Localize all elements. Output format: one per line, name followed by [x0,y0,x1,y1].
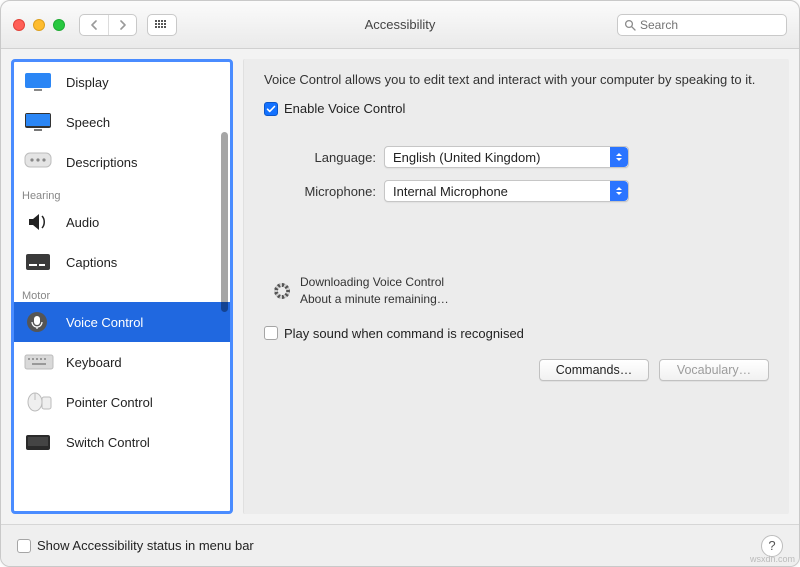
grid-icon [155,20,169,30]
window-controls [13,19,65,31]
vocabulary-button-label: Vocabulary… [677,363,751,377]
sidebar: Display Speech Descriptions [11,59,233,514]
sidebar-section-motor: Motor [14,282,230,302]
search-input[interactable] [640,18,795,32]
sidebar-section-hearing: Hearing [14,182,230,202]
play-sound-row: Play sound when command is recognised [264,326,777,341]
back-button[interactable] [80,15,108,35]
sidebar-item-captions[interactable]: Captions [14,242,230,282]
sidebar-item-label: Pointer Control [66,395,153,410]
maximize-icon[interactable] [53,19,65,31]
menubar-status-checkbox[interactable] [17,539,31,553]
microphone-label: Microphone: [264,184,384,199]
watermark: wsxdn.com [750,554,795,564]
language-label: Language: [264,150,384,165]
microphone-select[interactable]: Internal Microphone [384,180,629,202]
nav-back-forward [79,14,137,36]
download-line2: About a minute remaining… [300,291,449,308]
search-icon [624,19,636,31]
sidebar-item-audio[interactable]: Audio [14,202,230,242]
preferences-window: Accessibility Display [0,0,800,567]
search-field[interactable] [617,14,787,36]
captions-icon [22,249,56,275]
play-sound-label: Play sound when command is recognised [284,326,524,341]
download-line1: Downloading Voice Control [300,274,449,291]
sidebar-item-label: Audio [66,215,99,230]
titlebar: Accessibility [1,1,799,49]
language-select[interactable]: English (United Kingdom) [384,146,629,168]
footer: Show Accessibility status in menu bar ? [1,524,799,566]
download-status: Downloading Voice Control About a minute… [264,274,777,308]
sidebar-item-label: Keyboard [66,355,122,370]
switch-control-icon [22,429,56,455]
spinner-icon [274,283,290,299]
voice-control-icon [22,309,56,335]
enable-voice-control-label: Enable Voice Control [284,101,405,116]
chevron-updown-icon [610,147,628,167]
chevron-updown-icon [610,181,628,201]
sidebar-item-descriptions[interactable]: Descriptions [14,142,230,182]
forward-button[interactable] [108,15,136,35]
question-icon: ? [768,538,775,553]
sidebar-scrollbar[interactable] [221,72,228,501]
enable-voice-control-checkbox[interactable] [264,102,278,116]
minimize-icon[interactable] [33,19,45,31]
voice-control-form: Language: English (United Kingdom) Micro… [264,146,777,214]
keyboard-icon [22,349,56,375]
button-row: Commands… Vocabulary… [264,359,777,381]
microphone-value: Internal Microphone [393,184,508,199]
pointer-control-icon [22,389,56,415]
sidebar-item-label: Captions [66,255,117,270]
show-all-button[interactable] [147,14,177,36]
sidebar-item-speech[interactable]: Speech [14,102,230,142]
play-sound-checkbox[interactable] [264,326,278,340]
content-area: Display Speech Descriptions [1,49,799,524]
commands-button[interactable]: Commands… [539,359,649,381]
menubar-status-label: Show Accessibility status in menu bar [37,538,254,553]
sidebar-item-display[interactable]: Display [14,62,230,102]
sidebar-item-label: Descriptions [66,155,138,170]
close-icon[interactable] [13,19,25,31]
speech-icon [22,109,56,135]
sidebar-item-switch-control[interactable]: Switch Control [14,422,230,462]
main-pane: Voice Control allows you to edit text an… [243,59,789,514]
chevron-right-icon [119,20,127,30]
sidebar-item-keyboard[interactable]: Keyboard [14,342,230,382]
enable-voice-control-row: Enable Voice Control [264,101,777,116]
descriptions-icon [22,149,56,175]
language-value: English (United Kingdom) [393,150,540,165]
sidebar-item-label: Speech [66,115,110,130]
audio-icon [22,209,56,235]
sidebar-item-label: Switch Control [66,435,150,450]
vocabulary-button[interactable]: Vocabulary… [659,359,769,381]
sidebar-item-pointer-control[interactable]: Pointer Control [14,382,230,422]
sidebar-item-label: Voice Control [66,315,143,330]
display-icon [22,69,56,95]
chevron-left-icon [90,20,98,30]
commands-button-label: Commands… [556,363,632,377]
sidebar-item-voice-control[interactable]: Voice Control [14,302,230,342]
pane-description: Voice Control allows you to edit text an… [264,71,777,89]
sidebar-item-label: Display [66,75,109,90]
